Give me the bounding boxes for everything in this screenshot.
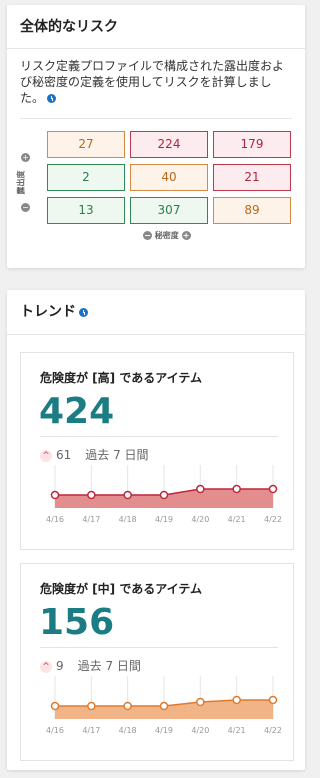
matrix-cell[interactable]: 40	[130, 164, 208, 191]
data-point	[87, 701, 96, 711]
date-tick-label: 4/21	[228, 726, 246, 735]
date-tick-label: 4/21	[228, 515, 246, 524]
y-axis-plus-icon[interactable]: +	[21, 153, 30, 162]
trend-title-text: トレンド	[20, 304, 76, 320]
matrix-cell[interactable]: 13	[47, 197, 125, 224]
y-axis-label: 露出度	[16, 170, 26, 195]
x-axis-minus-icon[interactable]: −	[143, 231, 152, 240]
matrix-cell[interactable]: 89	[213, 197, 291, 224]
risk-matrix: 27 224 179 2 40 21 13 307 89 + 露出度 − − 秘…	[7, 119, 305, 249]
x-axis-plus-icon[interactable]: +	[181, 231, 191, 240]
date-tick-label: 4/17	[82, 726, 100, 735]
overall-risk-description: リスク定義プロファイルで構成された露出度および秘密度の定義を使用してリスクを計算…	[7, 49, 305, 106]
data-point	[123, 701, 132, 711]
info-icon[interactable]	[79, 307, 88, 317]
x-axis-label: 秘密度	[154, 231, 179, 240]
date-tick-label: 4/18	[119, 515, 137, 524]
data-point	[159, 490, 169, 500]
data-point	[50, 490, 60, 500]
date-tick-label: 4/17	[82, 515, 100, 524]
data-point	[123, 490, 132, 500]
trend-card: トレンド 危険度が [高] であるアイテム 424 ^ 61 過去 7 日間 4/1…	[7, 290, 305, 770]
high-risk-sparkline: 4/16 4/17 4/18 4/19 4/20 4/21 4/22	[46, 465, 282, 524]
x-axis: − 秘密度 +	[143, 230, 191, 241]
overall-risk-title: 全体的なリスク	[7, 5, 305, 49]
medium-risk-card[interactable]: 危険度が [中] であるアイテム 156 ^ 9 過去 7 日間 4/16 4/17 4…	[20, 563, 294, 761]
data-point	[268, 484, 278, 494]
data-point	[159, 701, 169, 711]
date-tick-label: 4/19	[155, 515, 173, 524]
data-point	[196, 697, 205, 707]
date-tick-label: 4/18	[119, 726, 137, 735]
description-text: リスク定義プロファイルで構成された露出度および秘密度の定義を使用してリスクを計算…	[20, 59, 285, 105]
trend-title: トレンド	[7, 290, 305, 335]
info-icon[interactable]	[47, 94, 57, 103]
matrix-cell[interactable]: 179	[213, 131, 291, 158]
data-point	[232, 695, 241, 705]
overall-risk-card: 全体的なリスク リスク定義プロファイルで構成された露出度および秘密度の定義を使用…	[7, 5, 305, 268]
high-risk-card[interactable]: 危険度が [高] であるアイテム 424 ^ 61 過去 7 日間 4/16 4/17…	[20, 352, 294, 550]
matrix-cell[interactable]: 27	[47, 131, 125, 158]
date-tick-label: 4/22	[264, 515, 282, 524]
matrix-cell[interactable]: 2	[47, 164, 125, 191]
date-tick-label: 4/16	[46, 515, 64, 524]
y-axis-minus-icon[interactable]: −	[21, 203, 30, 212]
matrix-cell[interactable]: 224	[130, 131, 208, 158]
date-tick-label: 4/16	[46, 726, 64, 735]
data-point	[232, 484, 241, 494]
medium-risk-sparkline: 4/16 4/17 4/18 4/19 4/20 4/21 4/22	[46, 676, 282, 735]
data-point	[268, 695, 278, 705]
date-tick-label: 4/22	[264, 726, 282, 735]
data-point	[87, 490, 96, 500]
date-tick-label: 4/20	[191, 726, 209, 735]
data-point	[196, 484, 205, 494]
date-tick-label: 4/19	[155, 726, 173, 735]
y-axis: + 露出度 −	[15, 153, 45, 213]
matrix-cell[interactable]: 21	[213, 164, 291, 191]
date-tick-label: 4/20	[191, 515, 209, 524]
matrix-cell[interactable]: 307	[130, 197, 208, 224]
data-point	[50, 701, 60, 711]
